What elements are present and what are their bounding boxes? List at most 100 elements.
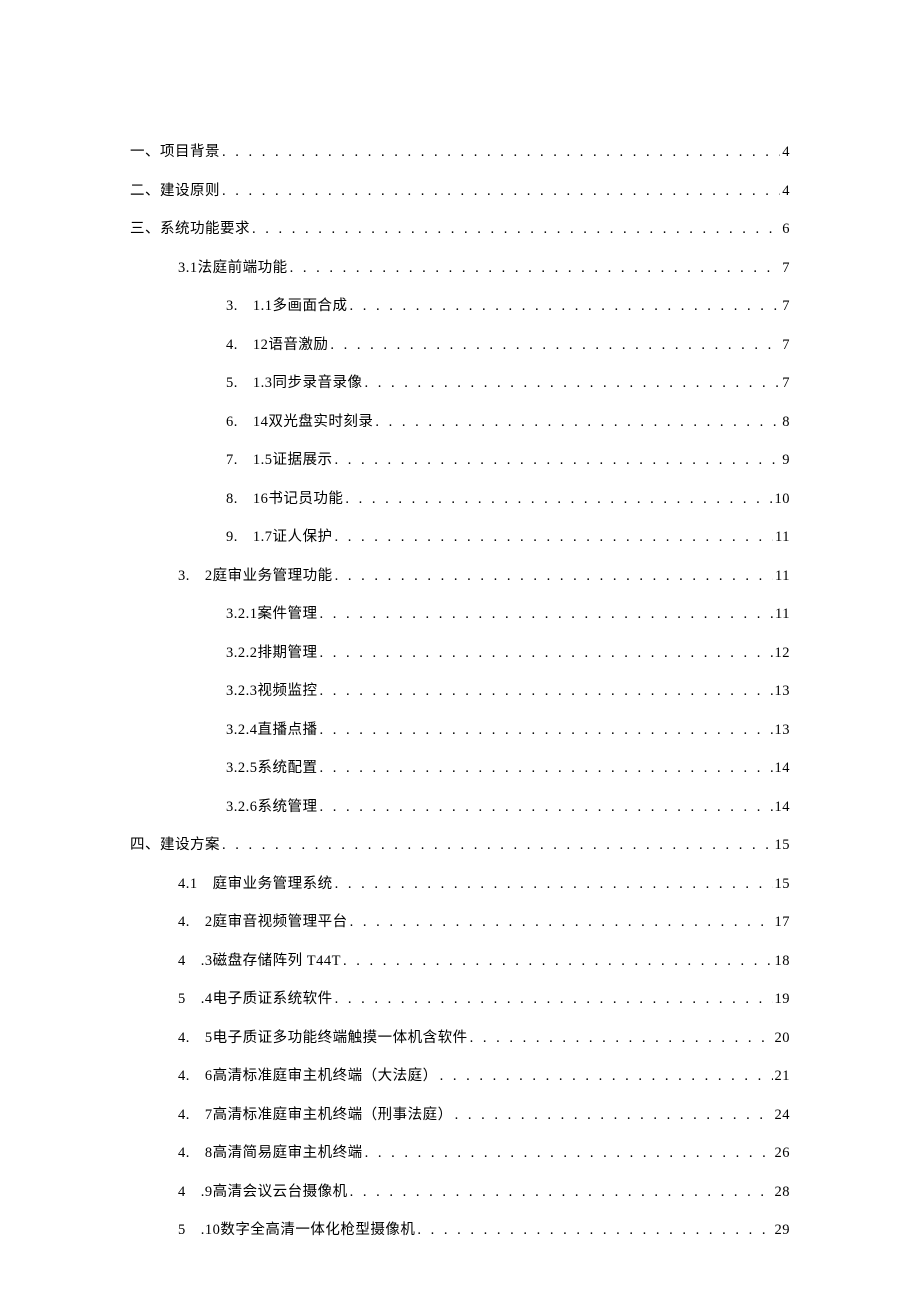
- toc-entry-leader: . . . . . . . . . . . . . . . . . . . . …: [350, 298, 781, 315]
- toc-entry-leader: . . . . . . . . . . . . . . . . . . . . …: [345, 491, 772, 508]
- toc-entry-page: 10: [775, 491, 791, 508]
- toc-entry-page: 17: [775, 914, 791, 931]
- toc-entry-page: 7: [782, 298, 790, 315]
- toc-entry-title: 排期管理: [258, 641, 318, 662]
- toc-entry-prefix: 9. 1.7: [226, 525, 273, 546]
- toc-entry-page: 29: [775, 1222, 791, 1239]
- toc-entry-prefix: 5 .10: [178, 1218, 220, 1239]
- toc-entry: 5 .4 电子质证系统软件. . . . . . . . . . . . . .…: [178, 987, 790, 1008]
- toc-entry-prefix: 四、: [130, 833, 160, 854]
- toc-entry: 3. 1.1 多画面合成. . . . . . . . . . . . . . …: [226, 294, 790, 315]
- toc-entry-leader: . . . . . . . . . . . . . . . . . . . . …: [365, 1145, 773, 1162]
- toc-entry-prefix: 3.2.6: [226, 799, 258, 816]
- toc-entry: 3. 2 庭审业务管理功能. . . . . . . . . . . . . .…: [178, 564, 790, 585]
- toc-entry-prefix: 7. 1.5: [226, 448, 273, 469]
- toc-entry-leader: . . . . . . . . . . . . . . . . . . . . …: [343, 953, 773, 970]
- toc-entry-title: 建设原则: [160, 179, 220, 200]
- toc-entry-title: 双光盘实时刻录: [268, 410, 373, 431]
- toc-entry-title: 庭审业务管理功能: [213, 564, 333, 585]
- toc-entry-title: 证据展示: [273, 448, 333, 469]
- toc-entry-leader: . . . . . . . . . . . . . . . . . . . . …: [350, 914, 773, 931]
- toc-entry: 四、建设方案. . . . . . . . . . . . . . . . . …: [130, 833, 790, 854]
- toc-entry-leader: . . . . . . . . . . . . . . . . . . . . …: [290, 260, 781, 277]
- toc-entry-title: 法庭前端功能: [198, 256, 288, 277]
- toc-entry-leader: . . . . . . . . . . . . . . . . . . . . …: [365, 375, 781, 392]
- toc-entry-page: 18: [775, 953, 791, 970]
- toc-entry-title: 数字全高清一体化枪型摄像机: [220, 1218, 415, 1239]
- toc-entry-leader: . . . . . . . . . . . . . . . . . . . . …: [335, 452, 781, 469]
- toc-entry: 3.2.1 案件管理. . . . . . . . . . . . . . . …: [226, 602, 790, 623]
- toc-entry-prefix: 5 .4: [178, 987, 213, 1008]
- toc-entry-title: 庭审业务管理系统: [213, 872, 333, 893]
- toc-entry-title: 项目背景: [160, 140, 220, 161]
- toc-entry-prefix: 6. 14: [226, 410, 268, 431]
- toc-entry-prefix: 5. 1.3: [226, 371, 273, 392]
- toc-entry: 3.2.2 排期管理. . . . . . . . . . . . . . . …: [226, 641, 790, 662]
- toc-entry: 9. 1.7 证人保护. . . . . . . . . . . . . . .…: [226, 525, 790, 546]
- toc-entry-prefix: 3. 2: [178, 564, 213, 585]
- toc-entry-prefix: 3.1: [178, 260, 198, 277]
- toc-entry-leader: . . . . . . . . . . . . . . . . . . . . …: [440, 1068, 773, 1085]
- toc-entry-leader: . . . . . . . . . . . . . . . . . . . . …: [417, 1222, 772, 1239]
- toc-entry-title: 建设方案: [160, 833, 220, 854]
- toc-entry: 4 .3 磁盘存储阵列 T44T. . . . . . . . . . . . …: [178, 949, 790, 970]
- toc-entry-leader: . . . . . . . . . . . . . . . . . . . . …: [335, 529, 774, 546]
- toc-entry-page: 11: [775, 568, 790, 585]
- toc-entry: 7. 1.5 证据展示. . . . . . . . . . . . . . .…: [226, 448, 790, 469]
- toc-entry-prefix: 4. 7: [178, 1103, 213, 1124]
- toc-entry-prefix: 二、: [130, 179, 160, 200]
- toc-entry: 4. 5 电子质证多功能终端触摸一体机含软件. . . . . . . . . …: [178, 1026, 790, 1047]
- toc-entry-page: 11: [775, 606, 790, 623]
- toc-entry: 4. 12 语音激励. . . . . . . . . . . . . . . …: [226, 333, 790, 354]
- toc-entry-prefix: 三、: [130, 217, 160, 238]
- toc-entry-prefix: 4 .3: [178, 949, 213, 970]
- toc-entry: 二、建设原则. . . . . . . . . . . . . . . . . …: [130, 179, 790, 200]
- toc-entry-prefix: 3. 1.1: [226, 294, 273, 315]
- toc-entry-prefix: 3.2.3: [226, 683, 258, 700]
- toc-entry-page: 9: [782, 452, 790, 469]
- toc-entry-title: 系统功能要求: [160, 217, 250, 238]
- toc-entry-prefix: 3.2.2: [226, 645, 258, 662]
- toc-entry-title: 电子质证多功能终端触摸一体机含软件: [213, 1026, 468, 1047]
- toc-entry-page: 11: [775, 529, 790, 546]
- toc-entry-title: 书记员功能: [268, 487, 343, 508]
- toc-entry-title: 视频监控: [258, 679, 318, 700]
- toc-entry: 4 .9 高清会议云台摄像机. . . . . . . . . . . . . …: [178, 1180, 790, 1201]
- toc-entry-prefix: 4. 12: [226, 333, 268, 354]
- toc-entry: 4. 6 高清标准庭审主机终端（大法庭）. . . . . . . . . . …: [178, 1064, 790, 1085]
- toc-entry-leader: . . . . . . . . . . . . . . . . . . . . …: [320, 722, 773, 739]
- toc-entry-leader: . . . . . . . . . . . . . . . . . . . . …: [320, 760, 773, 777]
- toc-entry: 三、系统功能要求. . . . . . . . . . . . . . . . …: [130, 217, 790, 238]
- toc-entry-prefix: 3.2.1: [226, 606, 258, 623]
- toc-entry-prefix: 3.2.5: [226, 760, 258, 777]
- toc-entry-leader: . . . . . . . . . . . . . . . . . . . . …: [470, 1030, 773, 1047]
- toc-entry-page: 19: [775, 991, 791, 1008]
- toc-entry-page: 14: [775, 760, 791, 777]
- toc-entry: 6. 14 双光盘实时刻录. . . . . . . . . . . . . .…: [226, 410, 790, 431]
- toc-entry: 3.2.4 直播点播. . . . . . . . . . . . . . . …: [226, 718, 790, 739]
- toc-entry-title: 多画面合成: [273, 294, 348, 315]
- toc-entry: 5 .10 数字全高清一体化枪型摄像机. . . . . . . . . . .…: [178, 1218, 790, 1239]
- toc-entry: 一、项目背景. . . . . . . . . . . . . . . . . …: [130, 140, 790, 161]
- toc-entry-prefix: 8. 16: [226, 487, 268, 508]
- toc-entry: 4. 8 高清简易庭审主机终端. . . . . . . . . . . . .…: [178, 1141, 790, 1162]
- toc-entry-title: 同步录音录像: [273, 371, 363, 392]
- toc-entry: 4.1 庭审业务管理系统. . . . . . . . . . . . . . …: [178, 872, 790, 893]
- toc-entry-prefix: 4.1: [178, 872, 213, 893]
- toc-entry-leader: . . . . . . . . . . . . . . . . . . . . …: [320, 606, 774, 623]
- toc-entry-page: 7: [782, 337, 790, 354]
- toc-entry-title: 语音激励: [268, 333, 328, 354]
- toc-entry-page: 26: [775, 1145, 791, 1162]
- toc-entry-page: 7: [782, 260, 790, 277]
- toc-entry-page: 8: [782, 414, 790, 431]
- toc-entry: 3.1 法庭前端功能. . . . . . . . . . . . . . . …: [178, 256, 790, 277]
- toc-entry: 3.2.5 系统配置. . . . . . . . . . . . . . . …: [226, 756, 790, 777]
- toc-entry-page: 12: [775, 645, 791, 662]
- toc-entry-leader: . . . . . . . . . . . . . . . . . . . . …: [320, 683, 773, 700]
- toc-entry-title: 高清简易庭审主机终端: [213, 1141, 363, 1162]
- toc-entry-page: 7: [782, 375, 790, 392]
- toc-entry-prefix: 4. 2: [178, 910, 213, 931]
- toc-entry-page: 13: [775, 722, 791, 739]
- toc-entry-leader: . . . . . . . . . . . . . . . . . . . . …: [375, 414, 780, 431]
- toc-entry-page: 4: [782, 183, 790, 200]
